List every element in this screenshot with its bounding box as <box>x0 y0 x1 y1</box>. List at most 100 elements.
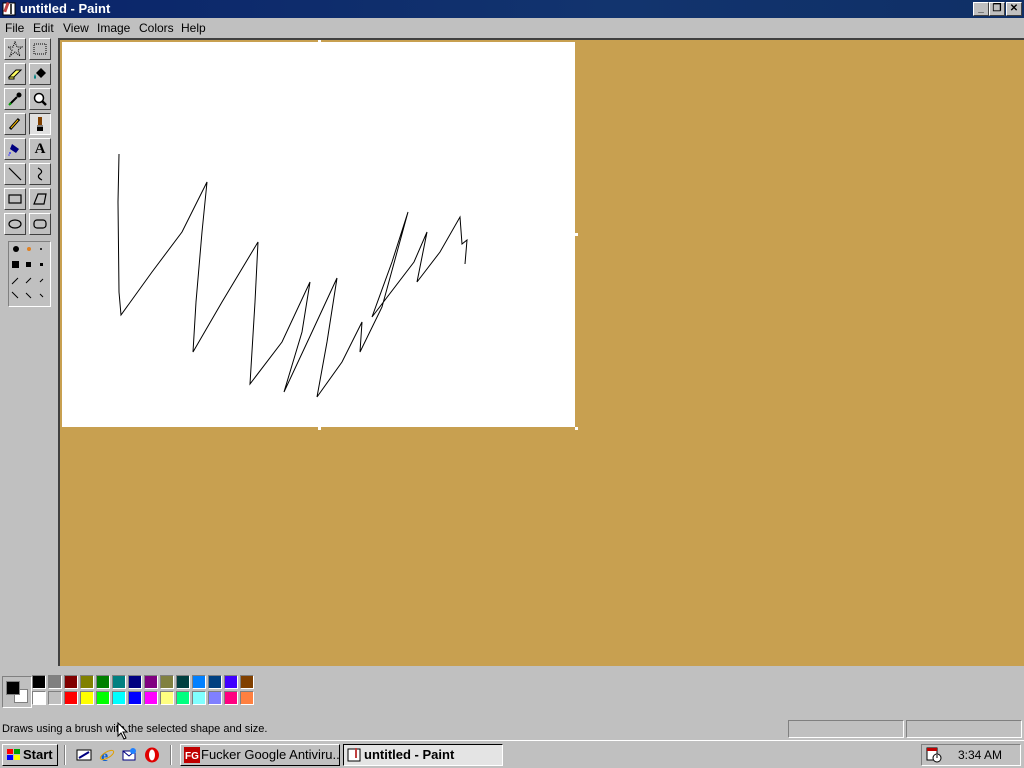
windows-logo-icon <box>7 749 20 760</box>
color-swatch[interactable] <box>176 675 190 689</box>
color-swatch[interactable] <box>80 691 94 705</box>
color-swatch[interactable] <box>32 691 46 705</box>
fill-tool[interactable] <box>29 63 51 85</box>
color-swatch[interactable] <box>208 675 222 689</box>
internet-explorer-icon[interactable]: e <box>99 747 115 763</box>
color-swatch[interactable] <box>240 675 254 689</box>
color-swatch[interactable] <box>160 691 174 705</box>
task-label: Fucker Google Antiviru... <box>201 747 340 762</box>
color-swatch[interactable] <box>112 691 126 705</box>
menu-colors[interactable]: Colors <box>139 21 174 35</box>
magnifier-tool[interactable] <box>29 88 51 110</box>
star-select-icon <box>7 41 23 57</box>
color-swatch[interactable] <box>64 675 78 689</box>
close-button[interactable]: ✕ <box>1006 2 1022 16</box>
line-tool[interactable] <box>4 163 26 185</box>
taskbar: Start e FG Fucker Google Antiviru... unt… <box>0 740 1024 768</box>
color-swatch[interactable] <box>192 691 206 705</box>
pencil-icon <box>8 117 21 131</box>
color-swatch[interactable] <box>128 691 142 705</box>
canvas-handle-bottom[interactable] <box>318 427 321 430</box>
scribble-drawing <box>117 153 468 398</box>
outlook-express-icon[interactable] <box>121 747 137 763</box>
rect-select-icon <box>33 43 47 55</box>
color-swatch[interactable] <box>96 675 110 689</box>
mouse-cursor-icon <box>117 722 129 740</box>
show-desktop-icon[interactable] <box>76 747 92 763</box>
ellipse-icon <box>8 219 22 229</box>
status-pane-size <box>906 720 1022 738</box>
fg-app-icon: FG <box>184 747 200 763</box>
color-swatch[interactable] <box>192 675 206 689</box>
menu-edit[interactable]: Edit <box>33 21 54 35</box>
minimize-button[interactable]: _ <box>973 2 989 16</box>
text-tool[interactable]: A <box>29 138 51 160</box>
task-untitled-paint[interactable]: untitled - Paint <box>343 744 503 766</box>
rectangle-tool[interactable] <box>4 188 26 210</box>
paint-app-icon[interactable] <box>2 1 18 17</box>
color-swatch[interactable] <box>144 691 158 705</box>
color-swatch[interactable] <box>144 675 158 689</box>
color-swatch[interactable] <box>208 691 222 705</box>
color-swatch[interactable] <box>176 691 190 705</box>
canvas-handle-top[interactable] <box>318 40 321 43</box>
menu-file[interactable]: File <box>5 21 24 35</box>
magnifier-icon <box>33 92 47 106</box>
curve-tool[interactable] <box>29 163 51 185</box>
menu-view[interactable]: View <box>63 21 89 35</box>
title-bar[interactable]: untitled - Paint _ ❐ ✕ <box>0 0 1024 18</box>
color-swatch[interactable] <box>80 675 94 689</box>
scheduler-icon[interactable] <box>926 747 942 763</box>
menu-bar: File Edit View Image Colors Help <box>0 18 1024 38</box>
color-swatch[interactable] <box>160 675 174 689</box>
eraser-tool[interactable] <box>4 63 26 85</box>
toolbox: A <box>0 38 58 666</box>
maximize-button[interactable]: ❐ <box>989 2 1005 16</box>
restore-icon: ❐ <box>992 3 1002 14</box>
select-tool[interactable] <box>29 38 51 60</box>
start-label: Start <box>23 747 53 762</box>
polygon-icon <box>33 193 47 205</box>
color-swatch[interactable] <box>240 691 254 705</box>
status-text: Draws using a brush with the selected sh… <box>2 723 268 735</box>
rounded-rectangle-icon <box>33 219 47 229</box>
text-icon: A <box>34 140 46 157</box>
task-fucker-google-antivirus[interactable]: FG Fucker Google Antiviru... <box>180 744 340 766</box>
menu-help[interactable]: Help <box>181 21 206 35</box>
color-swatch[interactable] <box>112 675 126 689</box>
opera-icon[interactable] <box>144 747 160 763</box>
rounded-rectangle-tool[interactable] <box>29 213 51 235</box>
status-bar: Draws using a brush with the selected sh… <box>0 718 1024 740</box>
system-tray: 3:34 AM <box>921 744 1021 766</box>
pick-color-tool[interactable] <box>4 88 26 110</box>
clock[interactable]: 3:34 AM <box>958 748 1002 762</box>
free-form-select-tool[interactable] <box>4 38 26 60</box>
drawing-canvas[interactable] <box>62 42 575 427</box>
start-button[interactable]: Start <box>2 744 58 766</box>
color-swatch[interactable] <box>224 675 238 689</box>
color-swatch[interactable] <box>48 675 62 689</box>
brush-shape-options[interactable] <box>8 241 51 307</box>
color-swatch[interactable] <box>64 691 78 705</box>
color-swatch[interactable] <box>48 691 62 705</box>
color-swatch[interactable] <box>128 675 142 689</box>
color-swatch[interactable] <box>96 691 110 705</box>
ellipse-tool[interactable] <box>4 213 26 235</box>
window-title: untitled - Paint <box>20 1 111 16</box>
color-swatch[interactable] <box>32 675 46 689</box>
airbrush-tool[interactable] <box>4 138 26 160</box>
brush-shapes-icon <box>11 246 44 299</box>
pencil-tool[interactable] <box>4 113 26 135</box>
task-label: untitled - Paint <box>364 747 455 762</box>
current-colors[interactable] <box>2 676 32 708</box>
paint-bucket-icon <box>34 68 46 79</box>
canvas-handle-right[interactable] <box>575 233 578 236</box>
status-pane-position <box>788 720 904 738</box>
color-swatch[interactable] <box>224 691 238 705</box>
canvas-handle-corner[interactable] <box>575 427 578 430</box>
polygon-tool[interactable] <box>29 188 51 210</box>
menu-image[interactable]: Image <box>97 21 130 35</box>
brush-tool[interactable] <box>29 113 51 135</box>
curve-icon <box>37 167 43 181</box>
drawing-workspace[interactable] <box>58 38 1024 666</box>
